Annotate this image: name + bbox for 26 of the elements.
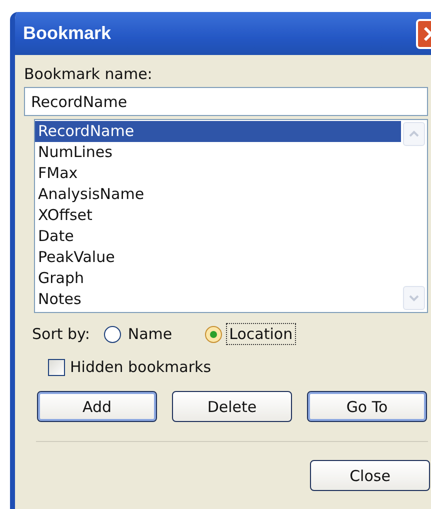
dialog-button[interactable]: Go To (307, 391, 427, 422)
dialog-button[interactable]: Add (37, 391, 157, 422)
radio-label: Location (226, 323, 296, 345)
window-title: Bookmark (23, 23, 112, 44)
list-item[interactable]: Graph (35, 268, 401, 289)
close-button[interactable]: Close (310, 460, 430, 491)
dialog-button[interactable]: Delete (172, 391, 292, 422)
list-item[interactable]: Notes (35, 289, 401, 310)
list-item[interactable]: RecordName (35, 121, 401, 142)
radio-button[interactable] (205, 326, 222, 342)
checkbox-label: Hidden bookmarks (70, 358, 212, 376)
scrollbar[interactable] (401, 120, 427, 312)
checkbox[interactable] (48, 358, 65, 376)
radio-button[interactable] (104, 326, 121, 342)
scroll-down-icon[interactable] (403, 286, 425, 310)
list-item[interactable]: FMax (35, 163, 401, 184)
bookmark-name-field[interactable]: RecordName (24, 87, 428, 116)
list-item[interactable]: Date (35, 226, 401, 247)
list-item[interactable]: NumLines (35, 142, 401, 163)
list-item[interactable]: XOffset (35, 205, 401, 226)
sort-label: Sort by: (32, 325, 90, 343)
field-label: Bookmark name: (24, 65, 152, 83)
list-item[interactable]: AnalysisName (35, 184, 401, 205)
radio-label: Name (126, 324, 174, 345)
list-item[interactable]: PeakValue (35, 247, 401, 268)
scroll-up-icon[interactable] (403, 122, 425, 146)
